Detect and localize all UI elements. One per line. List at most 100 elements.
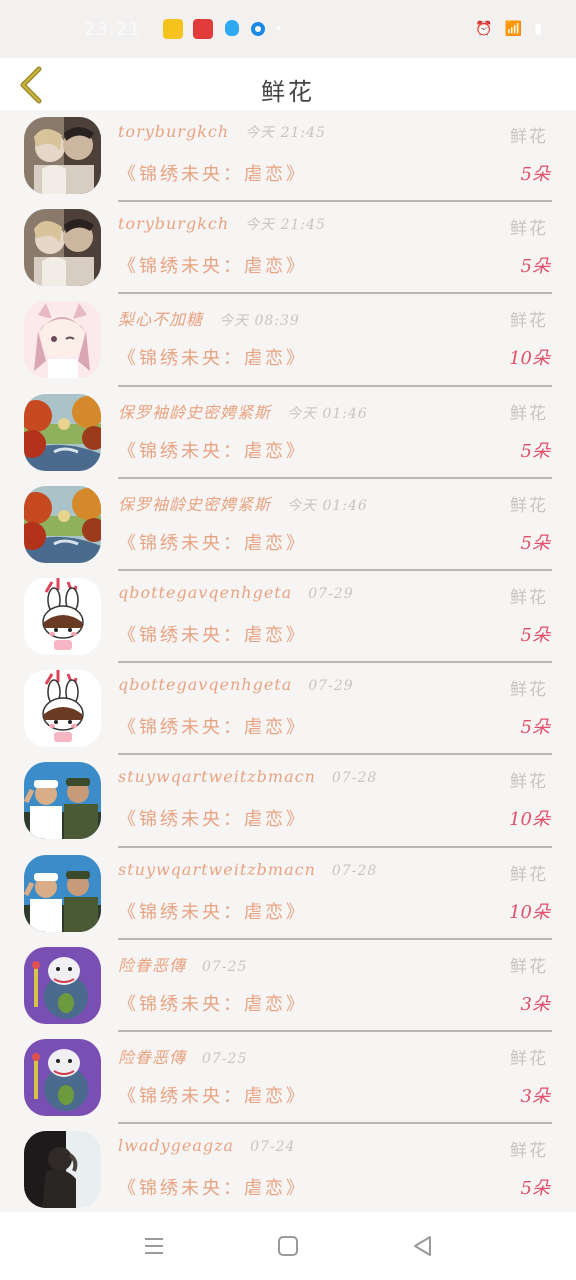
row-user: stuywqartweitzbmacn 07-28 (118, 860, 377, 879)
list-item[interactable]: 梨心不加糖 今天 08:39 鲜花 《锦绣未央：虐恋》 10朵 (0, 294, 576, 387)
soldiers-image (24, 762, 101, 840)
header: 鲜花 (0, 58, 576, 110)
username[interactable]: toryburgkch (118, 214, 229, 233)
book-app-icon (162, 19, 183, 39)
list-item[interactable]: 保罗袖龄史密娉紧斯 今天 01:46 鲜花 《锦绣未央：虐恋》 5朵 (0, 479, 576, 571)
gift-count: 10朵 (509, 901, 550, 923)
book-title[interactable]: 《锦绣未央：虐恋》 (118, 437, 307, 463)
username[interactable]: 保罗袖龄史密娉紧斯 (118, 403, 271, 422)
avatar[interactable] (24, 1131, 101, 1209)
timestamp: 今天 01:46 (287, 405, 368, 422)
nav-back-button[interactable] (409, 1233, 435, 1259)
gift-count: 10朵 (509, 809, 550, 831)
menu-button[interactable] (141, 1233, 167, 1259)
avatar[interactable] (24, 577, 101, 655)
list-item[interactable]: qbottegavqenhgeta 07-29 鲜花 《锦绣未央：虐恋》 5朵 (0, 571, 576, 664)
list-item[interactable]: 保罗袖龄史密娉紧斯 今天 01:46 鲜花 《锦绣未央：虐恋》 5朵 (0, 387, 576, 479)
list-item[interactable]: qbottegavqenhgeta 07-29 鲜花 《锦绣未央：虐恋》 5朵 (0, 663, 576, 756)
list-item[interactable]: stuywqartweitzbmacn 07-28 鲜花 《锦绣未央：虐恋》 10朵 (0, 848, 576, 940)
username[interactable]: qbottegavqenhgeta (118, 583, 292, 602)
wifi-icon: 📶 (504, 21, 523, 37)
bunny-girl-image (24, 670, 101, 748)
cartoon-bear-image (24, 1038, 101, 1116)
page-title: 鲜花 (261, 77, 315, 106)
avatar[interactable] (24, 393, 101, 471)
book-title[interactable]: 《锦绣未央：虐恋》 (118, 160, 307, 186)
gift-count: 10朵 (509, 348, 550, 370)
avatar[interactable] (24, 485, 101, 563)
username[interactable]: 梨心不加糖 (118, 310, 203, 329)
gift-count: 5朵 (520, 717, 550, 739)
list-item[interactable]: stuywqartweitzbmacn 07-28 鲜花《锦绣未央：虐恋》 10朵 (0, 755, 576, 848)
book-title[interactable]: 《锦绣未央：虐恋》 (118, 529, 307, 555)
username[interactable]: stuywqartweitzbmacn (118, 767, 316, 786)
gift-type: 鲜花 (510, 311, 548, 332)
row-user: toryburgkch 今天 21:45 (118, 122, 326, 142)
row-user: lwadygeagza 07-24 (118, 1136, 295, 1155)
username[interactable]: lwadygeagza (118, 1136, 234, 1155)
autumn-landscape-image (24, 485, 101, 563)
book-title[interactable]: 《锦绣未央：虐恋》 (118, 344, 307, 370)
list-item[interactable]: toryburgkch 今天 21:45 鲜花《锦绣未央：虐恋》 5朵 (0, 202, 576, 295)
alarm-icon: ⏰ (475, 21, 493, 37)
gift-count: 5朵 (520, 164, 550, 185)
username[interactable]: qbottegavqenhgeta (118, 675, 292, 694)
gift-type: 鲜花 (510, 127, 548, 147)
list-item[interactable]: 险眷恶傳 07-25 鲜花 《锦绣未央：虐恋》 3朵 (0, 1032, 576, 1125)
book-title[interactable]: 《锦绣未央：虐恋》 (118, 1082, 307, 1108)
autumn-landscape-image (24, 393, 101, 471)
book-title[interactable]: 《锦绣未央：虐恋》 (118, 990, 307, 1016)
gift-type: 鲜花 (510, 1048, 548, 1069)
video-app-icon (192, 19, 213, 39)
timestamp: 07-28 (331, 862, 378, 879)
avatar[interactable] (24, 946, 101, 1024)
row-user: 险眷恶傳 07-25 (118, 952, 247, 976)
book-title[interactable]: 《锦绣未央：虐恋》 (118, 252, 307, 278)
home-square-icon (278, 1236, 298, 1256)
username[interactable]: toryburgkch (118, 122, 229, 141)
gift-count: 5朵 (520, 532, 550, 554)
gift-type: 鲜花 (510, 772, 548, 793)
gift-count: 5朵 (520, 624, 550, 646)
username[interactable]: 险眷恶傳 (118, 1048, 186, 1067)
system-nav-bar (0, 1212, 576, 1280)
chevron-left-icon (20, 66, 42, 104)
soldiers-image (24, 854, 101, 932)
timestamp: 07-24 (250, 1139, 296, 1156)
gift-count: 3朵 (520, 1085, 550, 1107)
avatar[interactable] (24, 209, 101, 287)
avatar[interactable] (24, 854, 101, 932)
username[interactable]: 险眷恶傳 (118, 956, 186, 975)
menu-icon (145, 1238, 163, 1254)
avatar[interactable] (24, 117, 101, 194)
battery-icon: ▮ (534, 21, 542, 37)
avatar[interactable] (24, 762, 101, 840)
list-item[interactable]: lwadygeagza 07-24 鲜花 《锦绣未央：虐恋》 5朵 (0, 1124, 576, 1217)
book-title[interactable]: 《锦绣未央：虐恋》 (118, 805, 307, 831)
gift-type: 鲜花 (510, 219, 548, 240)
avatar[interactable] (24, 670, 101, 748)
timestamp: 07-29 (308, 585, 354, 602)
timestamp: 07-25 (202, 958, 248, 975)
username[interactable]: 保罗袖龄史密娉紧斯 (118, 495, 271, 514)
row-user: toryburgkch 今天 21:45 (118, 214, 326, 234)
home-button[interactable] (275, 1233, 301, 1259)
username[interactable]: stuywqartweitzbmacn (118, 860, 316, 879)
list-item[interactable]: toryburgkch 今天 21:45 鲜花《锦绣未央：虐恋》 5朵 (0, 110, 576, 203)
book-title[interactable]: 《锦绣未央：虐恋》 (118, 1174, 307, 1200)
book-title[interactable]: 《锦绣未央：虐恋》 (118, 713, 307, 739)
row-user: qbottegavqenhgeta 07-29 (118, 675, 354, 694)
book-title[interactable]: 《锦绣未央：虐恋》 (118, 621, 307, 647)
qq-icon (223, 19, 241, 39)
back-button[interactable] (14, 64, 48, 106)
couple-photo-image (24, 117, 101, 194)
gift-count: 5朵 (520, 256, 550, 278)
timestamp: 今天 21:45 (245, 217, 326, 234)
couple-photo-image (24, 209, 101, 287)
avatar[interactable] (24, 301, 101, 379)
row-user: stuywqartweitzbmacn 07-28 (118, 767, 377, 786)
book-title[interactable]: 《锦绣未央：虐恋》 (118, 898, 307, 924)
avatar[interactable] (24, 1038, 101, 1116)
list-item[interactable]: 险眷恶傳 07-25 鲜花 《锦绣未央：虐恋》 3朵 (0, 940, 576, 1032)
gift-list: toryburgkch 今天 21:45 鲜花 《锦绣未央：虐恋》 5朵 toryburg… (0, 110, 576, 1217)
